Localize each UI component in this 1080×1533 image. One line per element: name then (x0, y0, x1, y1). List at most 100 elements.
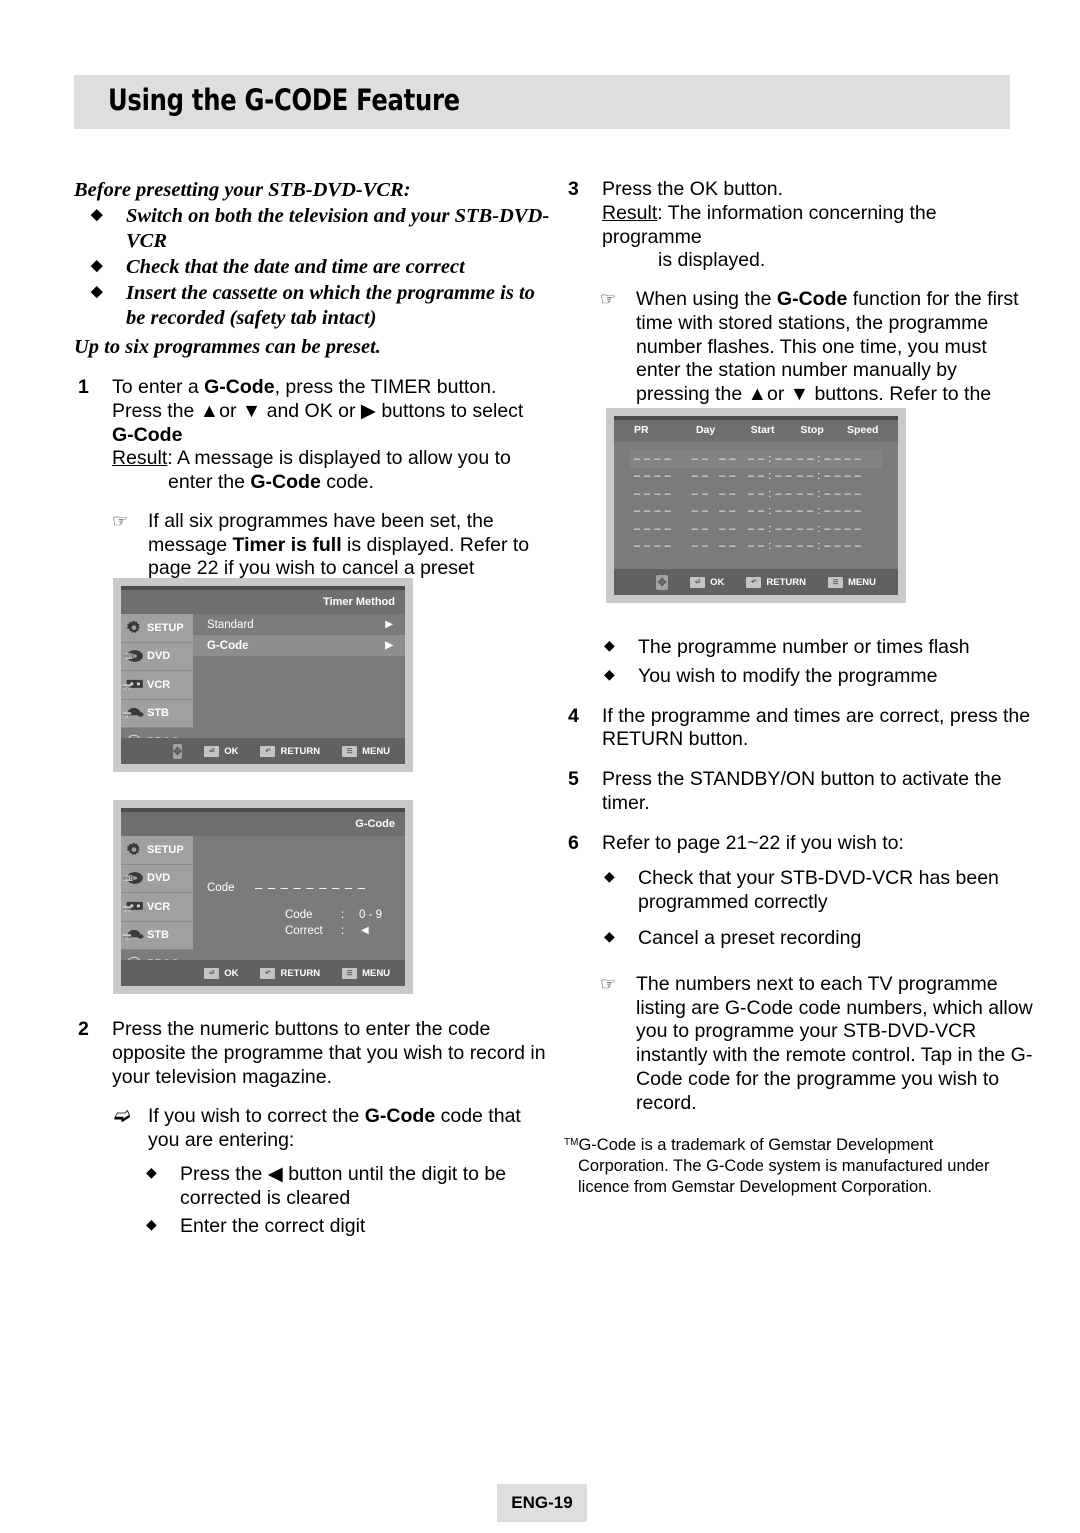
dpad-icon[interactable]: ✥ (656, 574, 669, 590)
osd-body: SETUP DVD DVD VCR VCR STB (121, 836, 405, 972)
trademark-line-2: Corporation. The G-Code system is manufa… (578, 1157, 990, 1176)
osd-timer-table: PR Day Start Stop Speed – – – – – – – – … (606, 408, 906, 603)
osd-bottom-bar: ✥ ⏎ OK ↶ RETURN ☰ MENU (121, 738, 405, 764)
right-column: 3 Press the OK button. Result: The infor… (564, 178, 1034, 431)
cell-stop: – – : – – (796, 452, 842, 465)
table-row[interactable]: – – – – – – – – – – : – – – – : – – – – (630, 485, 882, 503)
sidebar-item-setup[interactable]: SETUP (121, 614, 193, 643)
osd-button-ok[interactable]: ⏎ OK (204, 745, 238, 757)
list-item-label: Check that your STB-DVD-VCR has been pro… (638, 867, 999, 914)
note-correct-gcode: ➫ If you wish to correct the G-Code code… (74, 1105, 554, 1153)
cell-pr: – – – – (634, 540, 672, 553)
step-6-text: Refer to page 21~22 if you wish to: (602, 831, 904, 854)
table-row[interactable]: – – – – – – – – – – : – – – – : – – – – (630, 503, 882, 521)
list-item-label: Enter the correct digit (180, 1215, 366, 1238)
svg-text:VCR: VCR (123, 684, 131, 689)
osd-row-label: Standard (207, 618, 254, 631)
osd-timer-method: Timer Method SETUP DVD DVD VCR VCR STB S… (113, 578, 413, 772)
menu-key-icon: ☰ (342, 745, 358, 757)
list-item: ◆ Cancel a preset recording (564, 927, 1034, 951)
cell-day-part1: – – (691, 540, 709, 553)
gear-icon (121, 619, 147, 637)
gcode-code-label: Code (207, 882, 235, 894)
svg-text:STB: STB (123, 713, 131, 718)
osd-button-menu[interactable]: ☰ MENU (828, 576, 876, 588)
svg-text:VCR: VCR (123, 906, 131, 911)
sidebar-item-vcr[interactable]: VCR VCR (121, 893, 193, 922)
menu-key-icon: ☰ (828, 576, 844, 588)
osd-button-menu[interactable]: ☰ MENU (342, 745, 390, 757)
step-3: 3 Press the OK button. Result: The infor… (564, 178, 1034, 273)
svg-text:STB: STB (123, 935, 131, 940)
osd-button-ok[interactable]: ⏎ OK (690, 576, 724, 588)
gcode-code-value[interactable]: – – – – – – – – – (255, 880, 366, 895)
table-row[interactable]: – – – – – – – – – – : – – – – : – – – – (630, 468, 882, 486)
table-row[interactable]: – – – – – – – – – – : – – – – : – – – – (630, 450, 882, 468)
osd-button-return[interactable]: ↶ RETURN (260, 967, 320, 979)
sidebar-item-stb[interactable]: STB STB (121, 699, 193, 728)
step-3-line-1: Press the OK button. (602, 178, 784, 200)
sidebar-item-setup[interactable]: SETUP (121, 836, 193, 865)
text-fragment: code. (320, 471, 374, 494)
cell-start: – – : – – (747, 452, 793, 465)
cell-start: – – : – – (747, 487, 793, 500)
sidebar-item-label: STB (147, 929, 169, 942)
diamond-bullet-icon: ◆ (604, 868, 615, 885)
sidebar-item-vcr[interactable]: VCR VCR (121, 671, 193, 700)
sidebar-item-dvd[interactable]: DVD DVD (121, 642, 193, 671)
osd-sidebar: SETUP DVD DVD VCR VCR STB STB (121, 836, 193, 972)
osd-button-return[interactable]: ↶ RETURN (260, 745, 321, 757)
osd-table-header: PR Day Start Stop Speed (630, 420, 882, 440)
list-item-label: Press the ◀ button until the digit to be… (180, 1162, 507, 1209)
intro-footnote: Up to six programmes can be preset. (74, 336, 381, 358)
cell-day-part2: – – (719, 522, 736, 535)
cell-stop: – – : – – (796, 522, 842, 535)
osd-button-menu[interactable]: ☰ MENU (342, 967, 390, 979)
osd-button-label: RETURN (280, 745, 321, 757)
cell-speed: – – (844, 487, 862, 500)
diamond-bullet-icon: ◆ (146, 1163, 157, 1180)
osd-row-label: G-Code (207, 639, 249, 652)
list-item-label: Check that the date and time are correct (126, 256, 465, 278)
osd-button-ok[interactable]: ⏎ OK (204, 967, 238, 979)
left-column-lower: 2 Press the numeric buttons to enter the… (74, 1018, 554, 1244)
cell-day-part1: – – (691, 487, 709, 500)
table-row[interactable]: – – – – – – – – – – : – – – – : – – – – (630, 538, 882, 556)
diamond-bullet-icon: ◆ (91, 207, 103, 223)
vcr-cassette-icon: VCR (121, 677, 147, 693)
step-number: 5 (568, 768, 579, 791)
text-fragment: : A message is displayed to allow you to (167, 447, 511, 470)
text-fragment: enter the (168, 471, 251, 494)
cell-speed: – – (844, 540, 862, 553)
step-2-text: Press the numeric buttons to enter the c… (112, 1018, 546, 1088)
osd-menu-row-gcode[interactable]: G-Code ▶ (193, 635, 405, 656)
osd-button-return[interactable]: ↶ RETURN (746, 576, 806, 588)
result-continued: is displayed. (658, 249, 766, 272)
diamond-bullet-icon: ◆ (91, 258, 103, 274)
right-column-lower: ◆ The programme number or times flash ◆ … (564, 636, 1034, 1116)
table-row[interactable]: – – – – – – – – – – : – – – – : – – – – (630, 520, 882, 538)
menu-key-icon: ☰ (342, 967, 358, 979)
table-header-row: PR Day Start Stop Speed (630, 420, 882, 440)
pointing-hand-icon: ☞ (112, 510, 129, 531)
sidebar-item-label: VCR (147, 678, 171, 691)
text-fragment: Press the (112, 399, 200, 422)
cell-pr: – – – – (634, 522, 672, 535)
diamond-bullet-icon: ◆ (604, 637, 615, 653)
osd-inner: G-Code SETUP DVD DVD VCR VCR STB STB Cod… (121, 808, 405, 986)
gcode-info-correct-sep: : (341, 925, 345, 937)
cell-stop: – – : – – (796, 540, 842, 553)
dpad-icon[interactable]: ✥ (173, 743, 183, 759)
osd-menu-row-standard[interactable]: Standard ▶ (193, 614, 405, 635)
list-item: ◆ Enter the correct digit (74, 1215, 554, 1239)
column-header-start: Start (750, 424, 775, 436)
osd-inner: Timer Method SETUP DVD DVD VCR VCR STB S… (121, 586, 405, 764)
sidebar-item-stb[interactable]: STB STB (121, 921, 193, 950)
stb-icon: STB (121, 927, 147, 943)
cell-pr: – – – – (634, 452, 672, 465)
cell-day: – – – – (692, 453, 748, 465)
sidebar-item-dvd[interactable]: DVD DVD (121, 864, 193, 893)
column-header-pr: PR (634, 424, 649, 436)
cell-day-part2: – – (719, 487, 736, 500)
step-5: 5 Press the STANDBY/ON button to activat… (564, 768, 1034, 816)
